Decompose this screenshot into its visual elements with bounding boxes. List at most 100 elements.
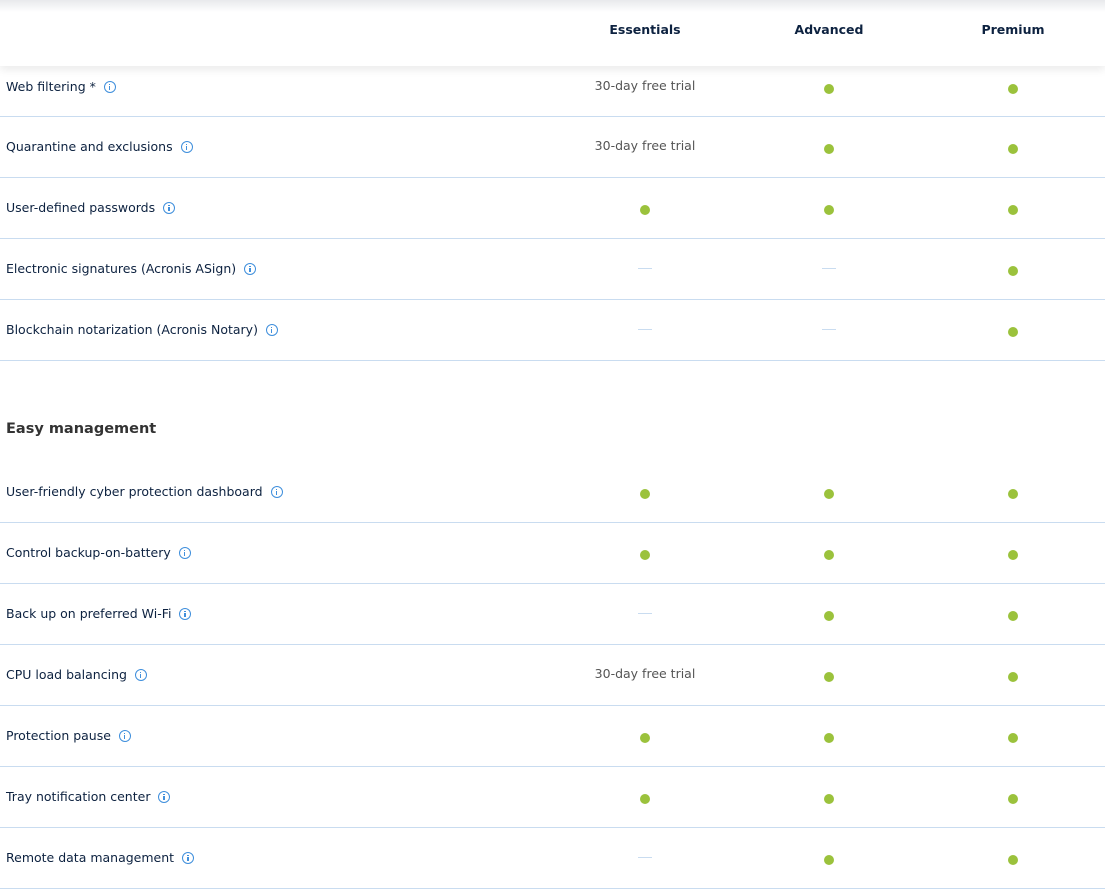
check-dot-icon xyxy=(1008,733,1018,743)
section-title: Easy management xyxy=(6,421,157,437)
check-dot-icon xyxy=(1008,266,1018,276)
check-dot-icon xyxy=(824,84,834,94)
feature-name: Electronic signatures (Acronis ASign) xyxy=(6,261,237,276)
table-row: Back up on preferred Wi-Fi xyxy=(0,584,1105,645)
included-dot-icon xyxy=(553,792,737,807)
table-row: Blockchain notarization (Acronis Notary) xyxy=(0,300,1105,361)
plan-header: Essentials Advanced Premium xyxy=(0,0,1105,66)
info-icon[interactable] xyxy=(180,140,193,153)
included-dot-icon xyxy=(921,82,1105,97)
table-row: User-defined passwords xyxy=(0,178,1105,239)
feature-name: Back up on preferred Wi-Fi xyxy=(6,606,172,621)
included-dot-icon xyxy=(553,731,737,746)
included-dot-icon xyxy=(553,487,737,502)
check-dot-icon xyxy=(1008,84,1018,94)
not-included-dash-icon xyxy=(737,260,921,275)
feature-name: User-defined passwords xyxy=(6,200,156,215)
check-dot-icon xyxy=(1008,611,1018,621)
check-dot-icon xyxy=(1008,327,1018,337)
column-essentials: Essentials xyxy=(609,22,681,37)
not-included-dash-icon xyxy=(553,849,737,864)
included-dot-icon xyxy=(921,853,1105,868)
check-dot-icon xyxy=(1008,205,1018,215)
feature-name: User-friendly cyber protection dashboard xyxy=(6,484,263,499)
feature-name: Remote data management xyxy=(6,850,175,865)
check-dot-icon xyxy=(640,550,650,560)
included-dot-icon xyxy=(737,82,921,97)
info-icon[interactable] xyxy=(158,790,171,803)
table-row: Web filtering * 30-day free trial xyxy=(0,66,1105,117)
check-dot-icon xyxy=(640,794,650,804)
included-dot-icon xyxy=(737,548,921,563)
table-row: CPU load balancing 30-day free trial xyxy=(0,645,1105,706)
check-dot-icon xyxy=(824,672,834,682)
check-dot-icon xyxy=(1008,550,1018,560)
info-icon[interactable] xyxy=(118,729,131,742)
dash-icon xyxy=(822,328,836,331)
included-dot-icon xyxy=(921,792,1105,807)
info-icon[interactable] xyxy=(134,668,147,681)
table-row: User-friendly cyber protection dashboard xyxy=(0,462,1105,523)
not-included-dash-icon xyxy=(737,321,921,336)
included-dot-icon xyxy=(921,548,1105,563)
info-icon[interactable] xyxy=(182,851,195,864)
trial-text: 30-day free trial xyxy=(594,666,696,681)
check-dot-icon xyxy=(1008,144,1018,154)
included-dot-icon xyxy=(737,853,921,868)
check-dot-icon xyxy=(1008,489,1018,499)
feature-name: CPU load balancing xyxy=(6,667,127,682)
dash-icon xyxy=(638,856,652,859)
included-dot-icon xyxy=(921,731,1105,746)
table-row: Tray notification center xyxy=(0,767,1105,828)
dash-icon xyxy=(638,267,652,270)
info-icon[interactable] xyxy=(103,80,116,93)
included-dot-icon xyxy=(737,792,921,807)
info-icon[interactable] xyxy=(178,546,191,559)
included-dot-icon xyxy=(737,670,921,685)
table-row: Protection pause xyxy=(0,706,1105,767)
feature-name: Tray notification center xyxy=(6,789,151,804)
feature-label: User-friendly cyber protection dashboard xyxy=(6,484,283,499)
feature-name: Quarantine and exclusions xyxy=(6,139,173,154)
included-dot-icon xyxy=(921,203,1105,218)
feature-name: Control backup-on-battery xyxy=(6,545,171,560)
included-dot-icon xyxy=(921,142,1105,157)
column-premium: Premium xyxy=(981,22,1045,37)
feature-label: Quarantine and exclusions xyxy=(6,139,193,154)
feature-name: Web filtering * xyxy=(6,79,96,94)
check-dot-icon xyxy=(640,733,650,743)
dash-icon xyxy=(822,267,836,270)
included-dot-icon xyxy=(553,203,737,218)
check-dot-icon xyxy=(1008,794,1018,804)
feature-label: Tray notification center xyxy=(6,789,171,804)
info-icon[interactable] xyxy=(179,607,192,620)
check-dot-icon xyxy=(1008,855,1018,865)
feature-label: Control backup-on-battery xyxy=(6,545,191,560)
check-dot-icon xyxy=(824,205,834,215)
trial-text: 30-day free trial xyxy=(594,138,696,153)
info-icon[interactable] xyxy=(270,485,283,498)
check-dot-icon xyxy=(824,611,834,621)
table-row: Control backup-on-battery xyxy=(0,523,1105,584)
not-included-dash-icon xyxy=(553,321,737,336)
check-dot-icon xyxy=(824,733,834,743)
not-included-dash-icon xyxy=(553,605,737,620)
feature-label: User-defined passwords xyxy=(6,200,176,215)
included-dot-icon xyxy=(921,264,1105,279)
included-dot-icon xyxy=(737,731,921,746)
included-dot-icon xyxy=(553,548,737,563)
feature-name: Blockchain notarization (Acronis Notary) xyxy=(6,322,258,337)
dash-icon xyxy=(638,612,652,615)
included-dot-icon xyxy=(921,487,1105,502)
check-dot-icon xyxy=(640,205,650,215)
check-dot-icon xyxy=(824,144,834,154)
info-icon[interactable] xyxy=(163,201,176,214)
check-dot-icon xyxy=(824,550,834,560)
included-dot-icon xyxy=(921,670,1105,685)
column-advanced: Advanced xyxy=(794,22,864,37)
check-dot-icon xyxy=(824,794,834,804)
included-dot-icon xyxy=(921,609,1105,624)
feature-label: Web filtering * xyxy=(6,79,116,94)
info-icon[interactable] xyxy=(244,262,257,275)
info-icon[interactable] xyxy=(265,323,278,336)
